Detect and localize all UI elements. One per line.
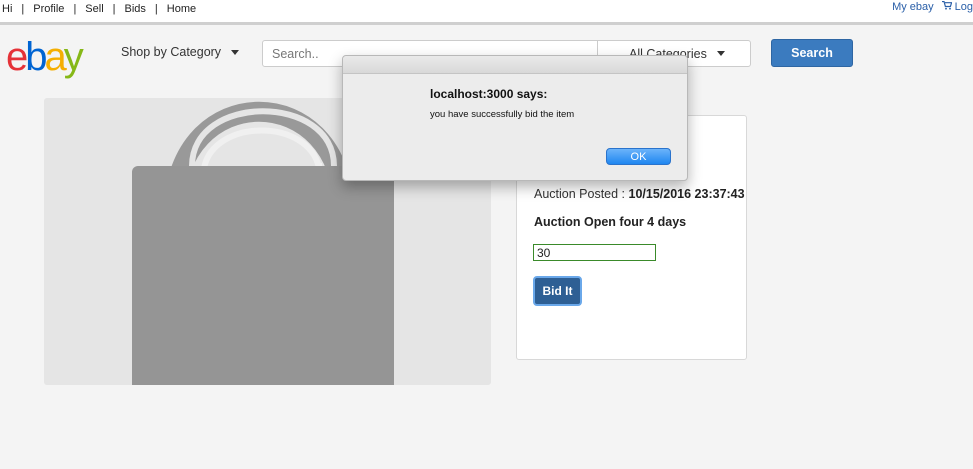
svg-text:ebay: ebay (6, 35, 84, 79)
auction-open-text: Auction Open four 4 days (534, 215, 687, 229)
nav-link-sell[interactable]: Sell (85, 3, 103, 15)
greeting-text: Hi (2, 3, 13, 15)
logo-letter-y: y (64, 35, 84, 79)
bid-it-button[interactable]: Bid It (533, 276, 582, 306)
nav-link-home[interactable]: Home (167, 3, 196, 15)
logo-letter-e: e (6, 35, 27, 79)
auction-posted: Auction Posted : 10/15/2016 23:37:43 (534, 187, 745, 201)
account-links: My ebay Log (892, 0, 973, 13)
logo-letter-b: b (25, 35, 46, 79)
top-navigation-bar: Hi | Profile | Sell | Bids | Home My eba… (0, 0, 973, 25)
alert-ok-button[interactable]: OK (606, 148, 671, 165)
alert-title: localhost:3000 says: (430, 87, 548, 101)
shop-by-category-label: Shop by Category (121, 45, 222, 59)
nav-separator: | (154, 3, 158, 15)
auction-posted-label: Auction Posted : (534, 187, 626, 201)
nav-separator: | (73, 3, 77, 15)
search-button[interactable]: Search (771, 39, 853, 67)
alert-dialog: localhost:3000 says: you have successful… (342, 55, 688, 181)
nav-link-profile[interactable]: Profile (33, 3, 64, 15)
shop-by-category-dropdown[interactable]: Shop by Category (121, 45, 240, 59)
bid-amount-input[interactable] (533, 244, 656, 261)
ebay-logo[interactable]: ebay (6, 35, 102, 79)
my-ebay-link[interactable]: My ebay (892, 1, 934, 13)
cart-icon[interactable] (941, 0, 953, 13)
nav-separator: | (21, 3, 25, 15)
top-nav-links: Hi | Profile | Sell | Bids | Home (2, 3, 196, 15)
alert-titlebar[interactable] (343, 56, 687, 74)
nav-separator: | (112, 3, 116, 15)
caret-down-icon (716, 51, 725, 56)
auction-posted-value: 10/15/2016 23:37:43 (628, 187, 745, 201)
caret-down-icon (231, 49, 240, 55)
logout-link[interactable]: Log (955, 1, 973, 13)
nav-link-bids[interactable]: Bids (125, 3, 146, 15)
alert-message: you have successfully bid the item (430, 109, 575, 120)
